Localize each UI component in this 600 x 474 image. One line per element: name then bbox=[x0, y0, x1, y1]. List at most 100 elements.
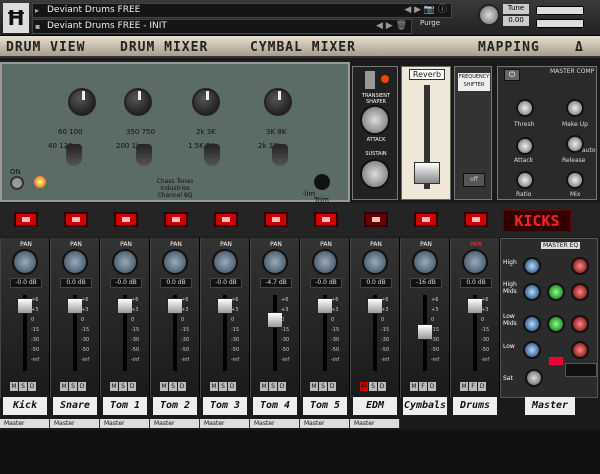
select-snare-button[interactable] bbox=[64, 212, 88, 227]
volume-readout[interactable]: -0.0 dB bbox=[310, 278, 342, 288]
channel-name-tom5[interactable]: Tom 5 bbox=[303, 397, 347, 415]
volume-readout[interactable]: 0.0 dB bbox=[460, 278, 492, 288]
channel-name-snare[interactable]: Snare bbox=[53, 397, 97, 415]
pan-knob[interactable] bbox=[462, 249, 488, 275]
mute-button[interactable]: M bbox=[110, 382, 118, 391]
mute-button[interactable]: M bbox=[260, 382, 268, 391]
output-select[interactable]: Master bbox=[300, 419, 350, 428]
band4-gain-knob[interactable] bbox=[264, 88, 292, 116]
solo-button[interactable]: S bbox=[369, 382, 377, 391]
reverb-fader[interactable] bbox=[414, 162, 440, 184]
output-select[interactable]: Master bbox=[100, 419, 150, 428]
select-tom4-button[interactable] bbox=[264, 212, 288, 227]
output-select[interactable]: Master bbox=[200, 419, 250, 428]
sat-knob[interactable] bbox=[525, 369, 543, 387]
direct-button[interactable]: D bbox=[278, 382, 286, 391]
pan-knob[interactable] bbox=[12, 249, 38, 275]
select-tom5-button[interactable] bbox=[314, 212, 338, 227]
select-cymbals-button[interactable] bbox=[414, 212, 438, 227]
direct-button[interactable]: D bbox=[28, 382, 36, 391]
select-tom2-button[interactable] bbox=[164, 212, 188, 227]
eq-high-freq-knob[interactable] bbox=[523, 257, 541, 275]
eq-lmid-freq-knob[interactable] bbox=[523, 315, 541, 333]
mute-button[interactable]: M bbox=[310, 382, 318, 391]
pan-knob[interactable] bbox=[212, 249, 238, 275]
channel-name-edm[interactable]: EDM bbox=[353, 397, 397, 415]
pan-knob[interactable] bbox=[312, 249, 338, 275]
select-drums-button[interactable] bbox=[464, 212, 488, 227]
direct-button[interactable]: D bbox=[228, 382, 236, 391]
solo-button[interactable]: S bbox=[319, 382, 327, 391]
thresh-knob[interactable] bbox=[516, 99, 534, 117]
eq-lmid-q-knob[interactable] bbox=[547, 315, 565, 333]
fx-button[interactable]: F bbox=[469, 382, 477, 391]
volume-readout[interactable]: 0.0 dB bbox=[160, 278, 192, 288]
pan-knob[interactable] bbox=[262, 249, 288, 275]
volume-readout[interactable]: 0.0 dB bbox=[60, 278, 92, 288]
mute-button[interactable]: M bbox=[410, 382, 418, 391]
mute-button[interactable]: M bbox=[60, 382, 68, 391]
eq-hmid-freq-knob[interactable] bbox=[523, 283, 541, 301]
mute-button[interactable]: M bbox=[210, 382, 218, 391]
band3-freq-selector[interactable] bbox=[204, 144, 220, 166]
attack-comp-knob[interactable] bbox=[516, 137, 534, 155]
eq-high-gain-knob[interactable] bbox=[571, 257, 589, 275]
snapshot-arrows-icon[interactable]: ◀ ▶ 🗑 bbox=[376, 20, 407, 33]
solo-button[interactable]: S bbox=[219, 382, 227, 391]
eq-low-freq-knob[interactable] bbox=[523, 341, 541, 359]
direct-button[interactable]: D bbox=[178, 382, 186, 391]
volume-readout[interactable]: -0.0 dB bbox=[10, 278, 42, 288]
tab-drum-view[interactable]: DRUM VIEW bbox=[6, 40, 85, 55]
band3-gain-knob[interactable] bbox=[192, 88, 220, 116]
direct-button[interactable]: D bbox=[328, 382, 336, 391]
channel-name-drums[interactable]: Drums bbox=[453, 397, 497, 415]
band2-gain-knob[interactable] bbox=[124, 88, 152, 116]
select-tom1-button[interactable] bbox=[114, 212, 138, 227]
tab-mapping[interactable]: MAPPING bbox=[478, 40, 540, 55]
ratio-knob[interactable] bbox=[516, 171, 534, 189]
eq-on-switch[interactable] bbox=[10, 176, 24, 190]
attack-knob[interactable] bbox=[360, 105, 390, 135]
mute-button[interactable]: M bbox=[460, 382, 468, 391]
mute-button[interactable]: M bbox=[360, 382, 368, 391]
eq-hmid-gain-knob[interactable] bbox=[571, 283, 589, 301]
freq-shifter-off-button[interactable]: off bbox=[463, 173, 485, 187]
volume-readout[interactable]: -0.0 dB bbox=[210, 278, 242, 288]
volume-readout[interactable]: -0.0 dB bbox=[110, 278, 142, 288]
trim-knob[interactable] bbox=[314, 174, 330, 190]
channel-name-tom1[interactable]: Tom 1 bbox=[103, 397, 147, 415]
output-select[interactable]: Master bbox=[50, 419, 100, 428]
solo-button[interactable]: S bbox=[269, 382, 277, 391]
nav-arrows-icon[interactable]: ◀ ▶ 📷 ⓘ bbox=[404, 4, 447, 17]
tune-knob[interactable] bbox=[478, 4, 500, 26]
pan-knob[interactable] bbox=[162, 249, 188, 275]
channel-name-tom3[interactable]: Tom 3 bbox=[203, 397, 247, 415]
volume-readout[interactable]: 0.0 dB bbox=[360, 278, 392, 288]
instrument-name-field[interactable]: ▸ Deviant Drums FREE ◀ ▶ 📷 ⓘ bbox=[32, 3, 452, 18]
output-select[interactable]: Master bbox=[0, 419, 50, 428]
direct-button[interactable]: D bbox=[128, 382, 136, 391]
select-kick-button[interactable] bbox=[14, 212, 38, 227]
direct-button[interactable]: D bbox=[78, 382, 86, 391]
pan-knob[interactable] bbox=[62, 249, 88, 275]
channel-name-tom4[interactable]: Tom 4 bbox=[253, 397, 297, 415]
collapse-icon[interactable]: Δ bbox=[575, 40, 584, 55]
mix-knob[interactable] bbox=[566, 171, 584, 189]
channel-name-kick[interactable]: Kick bbox=[3, 397, 47, 415]
eq-low-gain-knob[interactable] bbox=[571, 341, 589, 359]
solo-button[interactable]: S bbox=[69, 382, 77, 391]
tab-drum-mixer[interactable]: DRUM MIXER bbox=[120, 40, 208, 55]
band4-freq-selector[interactable] bbox=[272, 144, 288, 166]
sustain-knob[interactable] bbox=[360, 159, 390, 189]
direct-button[interactable]: D bbox=[428, 382, 436, 391]
output-select[interactable]: Master bbox=[150, 419, 200, 428]
solo-button[interactable]: S bbox=[119, 382, 127, 391]
mute-button[interactable]: M bbox=[160, 382, 168, 391]
eq-hmid-q-knob[interactable] bbox=[547, 283, 565, 301]
purge-button[interactable]: Purge bbox=[420, 19, 440, 27]
volume-readout[interactable]: -4.7 dB bbox=[260, 278, 292, 288]
fx-button[interactable]: F bbox=[419, 382, 427, 391]
select-edm-button[interactable] bbox=[364, 212, 388, 227]
select-tom3-button[interactable] bbox=[214, 212, 238, 227]
solo-button[interactable]: S bbox=[169, 382, 177, 391]
